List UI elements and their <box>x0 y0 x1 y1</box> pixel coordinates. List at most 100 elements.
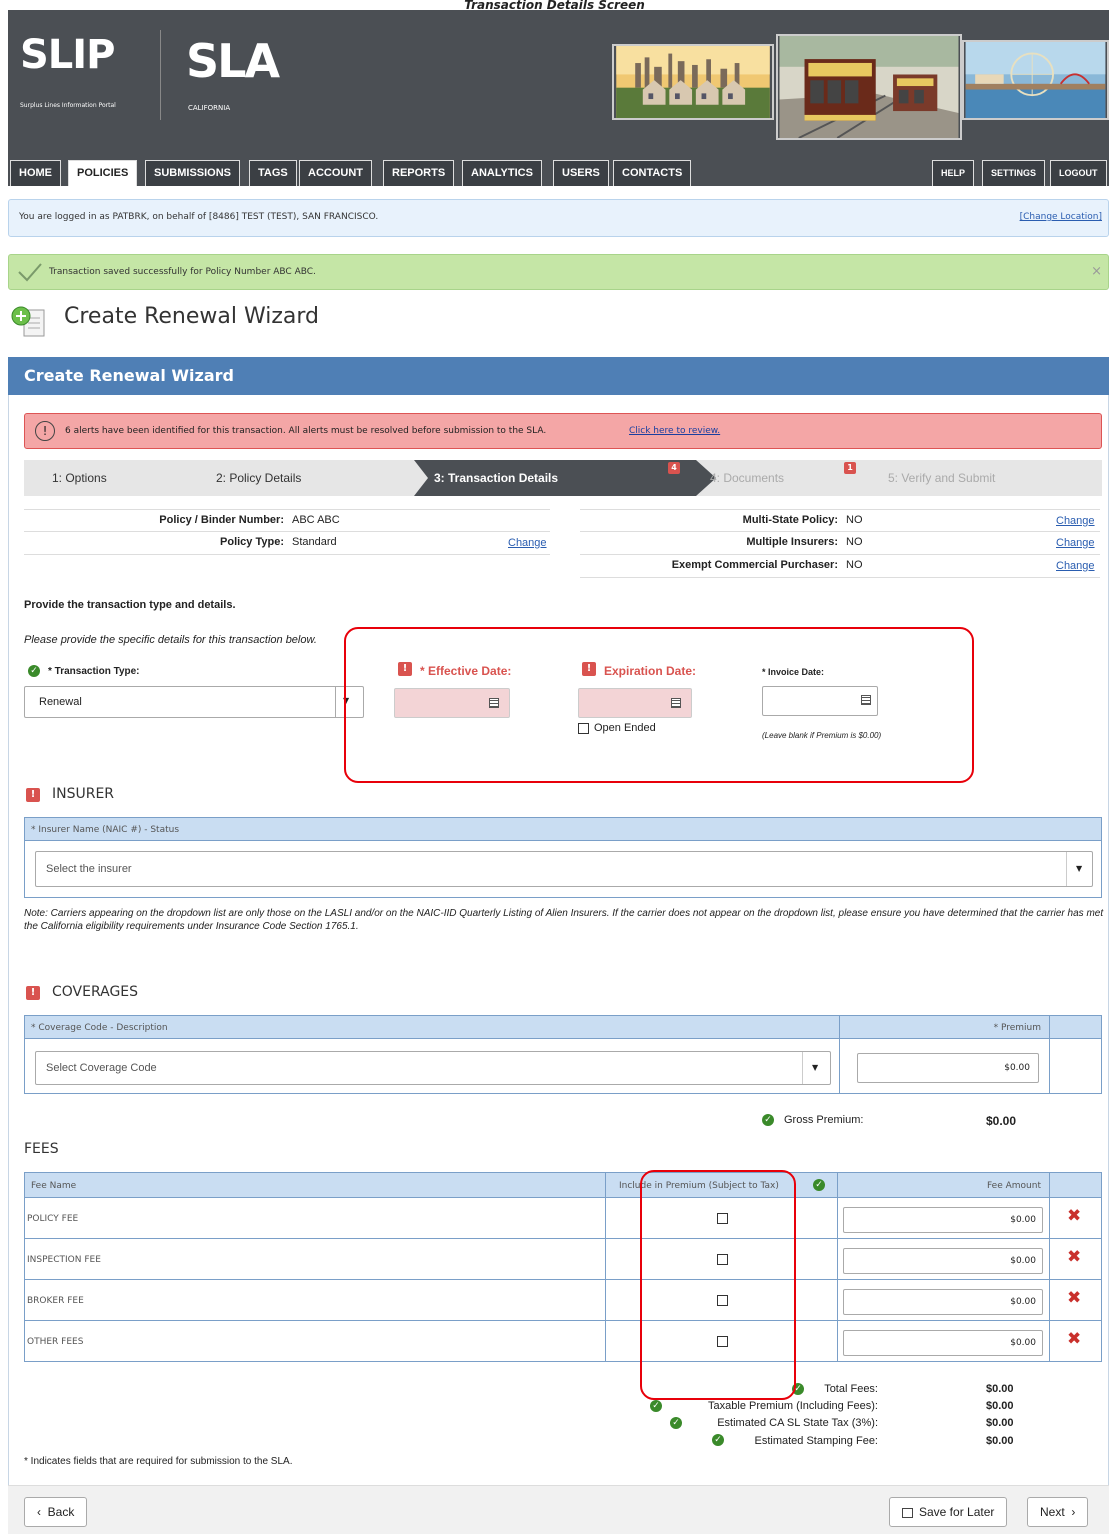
step-policy-details[interactable]: 2: Policy Details <box>216 460 301 496</box>
back-button[interactable]: ‹ Back <box>24 1497 88 1527</box>
nav-help[interactable]: HELP <box>932 160 975 186</box>
page-title: Create Renewal Wizard <box>64 304 320 329</box>
coverages-table-header: * Coverage Code - Description * Premium <box>24 1015 1102 1039</box>
insurer-section-title: INSURER <box>52 786 115 802</box>
highlight-box-dates <box>344 627 974 783</box>
santa-monica-pier-photo <box>962 40 1109 120</box>
step-options[interactable]: 1: Options <box>52 460 107 496</box>
nav-reports[interactable]: REPORTS <box>383 160 455 186</box>
coverage-row: Select Coverage Code ▼ $0.00 <box>24 1039 1102 1094</box>
save-for-later-button[interactable]: Save for Later <box>889 1497 1008 1527</box>
alerts-text: 6 alerts have been identified for this t… <box>65 426 547 436</box>
insurer-placeholder: Select the insurer <box>46 863 132 875</box>
nav-analytics[interactable]: ANALYTICS <box>462 160 542 186</box>
change-policy-type-link[interactable]: Change <box>508 537 547 549</box>
multiple-insurers-label: Multiple Insurers: <box>746 536 838 548</box>
change-location-link[interactable]: [Change Location] <box>1020 212 1102 222</box>
insurer-select[interactable]: Select the insurer ▼ <box>35 851 1093 887</box>
delete-fee-icon[interactable]: ✖ <box>1067 1288 1081 1308</box>
column-divider <box>839 1039 840 1093</box>
nav-users[interactable]: USERS <box>553 160 609 186</box>
total-fees-value: $0.00 <box>986 1383 1014 1395</box>
column-divider <box>839 1016 840 1038</box>
fees-table-header: Fee Name Include in Premium (Subject to … <box>24 1172 1102 1198</box>
insurer-table-row: Select the insurer ▼ <box>24 841 1102 898</box>
success-message-bar: Transaction saved successfully for Polic… <box>8 254 1109 290</box>
nav-submissions[interactable]: SUBMISSIONS <box>145 160 241 186</box>
transaction-type-select[interactable]: Renewal ▼ <box>24 686 364 718</box>
fee-name: OTHER FEES <box>27 1337 84 1347</box>
change-multiple-insurers-link[interactable]: Change <box>1056 537 1095 549</box>
coverages-section-title: COVERAGES <box>52 984 139 1000</box>
change-multi-state-link[interactable]: Change <box>1056 515 1095 527</box>
stamping-fee-label: Estimated Stamping Fee: <box>754 1435 878 1447</box>
column-divider <box>837 1198 838 1238</box>
fee-row: POLICY FEE $0.00 ✖ <box>24 1198 1102 1239</box>
column-divider <box>837 1173 838 1197</box>
policy-type-value: Standard <box>292 536 337 548</box>
fee-amount-input[interactable]: $0.00 <box>843 1330 1043 1356</box>
column-divider <box>1049 1239 1050 1279</box>
fees-section-title: FEES <box>24 1141 59 1157</box>
wizard-steps: 1: Options 2: Policy Details 3: Transact… <box>24 460 1102 496</box>
summary-divider <box>24 531 550 532</box>
premium-input[interactable]: $0.00 <box>857 1053 1039 1083</box>
nav-logout[interactable]: LOGOUT <box>1050 160 1107 186</box>
sla-logo[interactable]: SLA <box>186 34 280 88</box>
premium-column: * Premium <box>993 1023 1041 1033</box>
fee-amount-input[interactable]: $0.00 <box>843 1207 1043 1233</box>
fee-amount-input[interactable]: $0.00 <box>843 1289 1043 1315</box>
transaction-type-label: * Transaction Type: <box>48 666 140 677</box>
step-verify-submit[interactable]: 5: Verify and Submit <box>888 460 995 496</box>
taxable-premium-value: $0.00 <box>986 1400 1014 1412</box>
fee-amount-value: $0.00 <box>1010 1338 1036 1348</box>
transaction-type-value: Renewal <box>39 696 82 708</box>
san-francisco-skyline-photo <box>612 44 774 120</box>
coverage-code-select[interactable]: Select Coverage Code ▼ <box>35 1051 831 1085</box>
nav-policies[interactable]: POLICIES <box>68 160 138 186</box>
step-transaction-details[interactable]: 3: Transaction Details <box>434 460 558 496</box>
next-button-label: Next <box>1040 1505 1065 1519</box>
highlight-box-checkboxes <box>640 1170 796 1400</box>
fee-row: BROKER FEE $0.00 ✖ <box>24 1280 1102 1321</box>
insurer-table-header: * Insurer Name (NAIC #) - Status <box>24 817 1102 841</box>
fee-row: INSPECTION FEE $0.00 ✖ <box>24 1239 1102 1280</box>
column-divider <box>1049 1198 1050 1238</box>
slip-logo[interactable]: SLIP <box>20 32 115 78</box>
nav-settings[interactable]: SETTINGS <box>982 160 1046 186</box>
instructions-heading: Provide the transaction type and details… <box>24 599 236 611</box>
nav-contacts[interactable]: CONTACTS <box>613 160 692 186</box>
fee-amount-value: $0.00 <box>1010 1256 1036 1266</box>
info-check-icon: ✓ <box>762 1114 774 1126</box>
step-documents[interactable]: 4: Documents <box>710 460 784 496</box>
nav-account[interactable]: ACCOUNT <box>299 160 372 186</box>
close-icon[interactable]: × <box>1091 264 1102 279</box>
instructions-subtext: Please provide the specific details for … <box>24 634 317 646</box>
policy-number-label: Policy / Binder Number: <box>159 514 284 526</box>
save-icon <box>902 1507 913 1518</box>
fee-amount-input[interactable]: $0.00 <box>843 1248 1043 1274</box>
delete-fee-icon[interactable]: ✖ <box>1067 1247 1081 1267</box>
summary-divider <box>24 554 550 555</box>
chevron-left-icon: ‹ <box>37 1505 48 1519</box>
wizard-add-icon <box>11 306 45 337</box>
delete-fee-icon[interactable]: ✖ <box>1067 1206 1081 1226</box>
required-alert-icon: ! <box>26 788 40 802</box>
next-button[interactable]: Next › <box>1027 1497 1089 1527</box>
column-divider <box>605 1239 606 1279</box>
fee-name: INSPECTION FEE <box>27 1255 101 1265</box>
delete-fee-icon[interactable]: ✖ <box>1067 1329 1081 1349</box>
review-alerts-link[interactable]: Click here to review. <box>629 426 720 436</box>
change-ecp-link[interactable]: Change <box>1056 560 1095 572</box>
wizard-body <box>8 395 1109 1534</box>
nav-home[interactable]: HOME <box>10 160 61 186</box>
column-divider <box>837 1280 838 1320</box>
multi-state-label: Multi-State Policy: <box>742 514 838 526</box>
column-divider <box>837 1239 838 1279</box>
estimated-tax-label: Estimated CA SL State Tax (3%): <box>717 1417 878 1429</box>
step-documents-badge: 1 <box>844 462 856 474</box>
fee-name: BROKER FEE <box>27 1296 84 1306</box>
column-divider <box>1049 1016 1050 1038</box>
fee-amount-column: Fee Amount <box>987 1181 1041 1191</box>
nav-tags[interactable]: TAGS <box>249 160 297 186</box>
